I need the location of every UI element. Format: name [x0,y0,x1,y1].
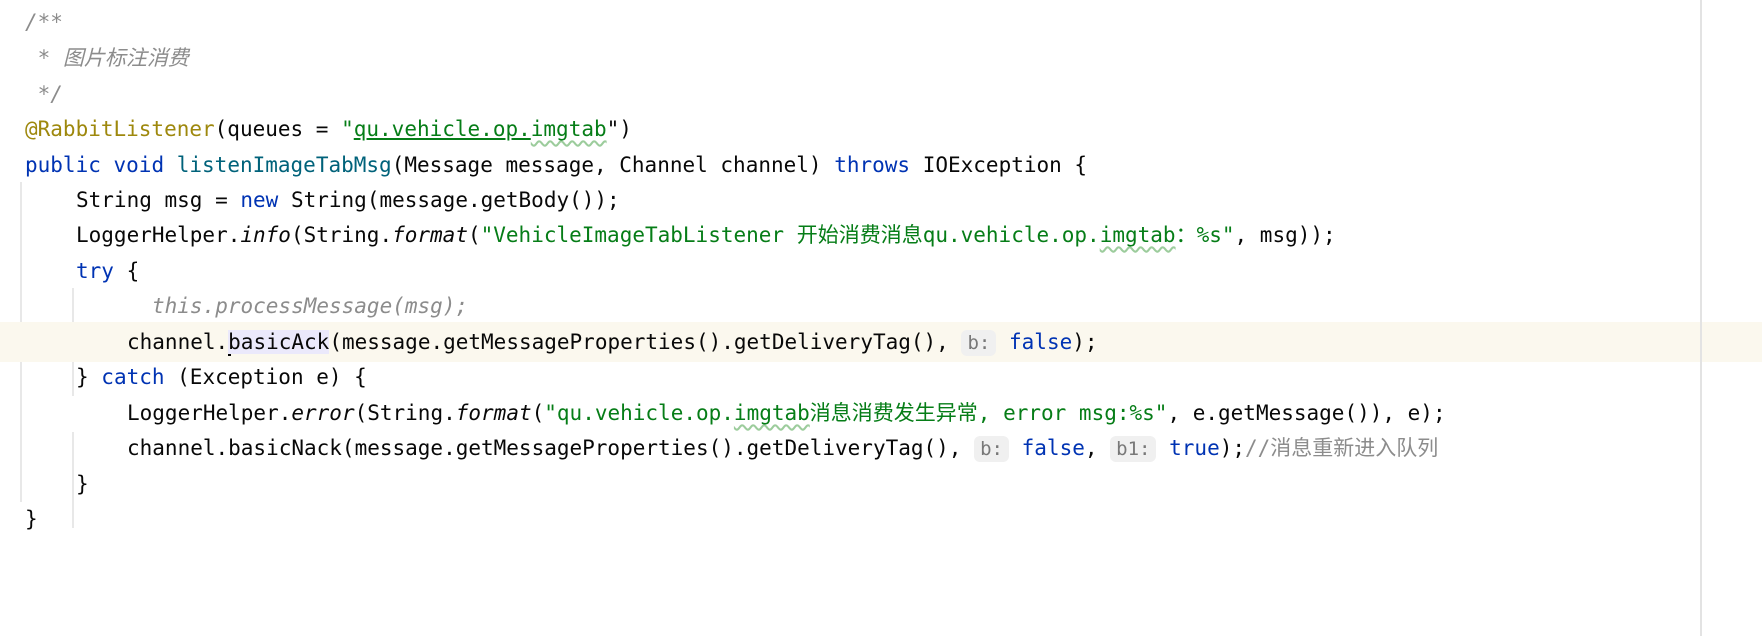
string-class: (String. [354,401,456,425]
string-quote-close: ") [606,117,632,141]
catch-brace: } [76,365,102,389]
logger-info-method: info [240,223,291,247]
ack-end: ); [1072,330,1098,354]
line-comment: //消息重新进入队列 [1245,436,1439,460]
code-line-7[interactable]: LoggerHelper.info(String.format("Vehicle… [0,215,1762,255]
code-line-14[interactable]: } [0,464,1762,504]
log-error-string-end: 消息消费发生异常, error msg:%s" [809,401,1168,425]
msg-init: String(message.getBody()); [278,188,620,212]
code-line-9[interactable]: this.processMessage(msg); [0,286,1762,326]
catch-close-brace: } [76,472,89,496]
param-hint-b: b: [974,436,1009,462]
code-line-6[interactable]: String msg = new String(message.getBody(… [0,180,1762,220]
keyword-throws: throws [834,153,911,177]
log-error-args: , e.getMessage()), e); [1167,401,1446,425]
right-margin-guide [1700,0,1702,636]
annotation: @RabbitListener [25,117,215,141]
code-line-13[interactable]: channel.basicNack(message.getMessageProp… [0,428,1762,468]
queue-name-link[interactable]: qu.vehicle.op. [354,117,531,141]
log-info-string-end: ：%s" [1175,223,1235,247]
exception-type: IOException { [910,153,1088,177]
code-line-1[interactable]: /** [0,2,1762,42]
format-method: format [455,401,532,425]
code-line-3[interactable]: */ [0,74,1762,114]
keyword-catch: catch [101,365,165,389]
catch-params: (Exception e) { [164,365,367,389]
nack-end: ); [1219,436,1246,460]
log-info-string: "VehicleImageTabListener 开始消费消息qu.vehicl… [480,223,1100,247]
logger-class: LoggerHelper. [76,223,241,247]
logger-error-method: error [291,401,355,425]
log-info-typo: imgtab [1099,223,1176,247]
channel-ref: channel. [127,330,229,354]
method-name[interactable]: listenImageTabMsg [177,153,392,177]
paren: ( [531,401,545,425]
basic-nack-call: channel.basicNack(message.getMessageProp… [127,436,975,460]
keyword-void: void [113,153,165,177]
literal-true: true [1169,436,1220,460]
code-editor[interactable]: /** * 图片标注消费 */ @RabbitListener(queues =… [0,0,1762,636]
method-close-brace: } [25,507,38,531]
keyword-new: new [240,188,279,212]
log-info-args: , msg)); [1234,223,1336,247]
annotation-args: (queues = [214,117,342,141]
literal-false: false [1021,436,1085,460]
method-params: (Message message, Channel channel) [391,153,835,177]
string-quote: " [341,117,354,141]
comma: , [1084,436,1111,460]
code-line-12[interactable]: LoggerHelper.error(String.format("qu.veh… [0,393,1762,433]
literal-false: false [1009,330,1073,354]
process-message-call: this.processMessage(msg); [152,294,469,318]
code-line-10-current[interactable]: channel.basicAck(message.getMessagePrope… [0,322,1762,362]
doc-comment-close: */ [25,82,63,106]
paren: ( [467,223,481,247]
doc-comment-text: * 图片标注消费 [25,46,189,70]
keyword-try: try [76,259,114,283]
doc-comment-open: /** [25,10,63,34]
logger-class: LoggerHelper. [127,401,292,425]
try-brace: { [113,259,140,283]
param-hint-b: b: [961,330,997,356]
string-class: (String. [290,223,393,247]
ack-args: (message.getMessageProperties().getDeliv… [329,330,962,354]
code-line-5[interactable]: public void listenImageTabMsg(Message me… [0,145,1762,185]
code-line-4[interactable]: @RabbitListener(queues = "qu.vehicle.op.… [0,109,1762,149]
keyword-public: public [25,153,101,177]
log-error-typo: imgtab [733,401,810,425]
code-line-2[interactable]: * 图片标注消费 [0,38,1762,78]
param-hint-b1: b1: [1110,436,1157,462]
format-method: format [392,223,468,247]
msg-decl: String msg = [76,188,241,212]
code-line-11[interactable]: } catch (Exception e) { [0,357,1762,397]
code-line-15[interactable]: } [0,499,1762,539]
basic-ack-method[interactable]: basicAck [228,330,330,354]
log-error-string: "qu.vehicle.op. [544,401,734,425]
queue-name-typo[interactable]: imgtab [531,117,607,141]
code-line-8[interactable]: try { [0,251,1762,291]
